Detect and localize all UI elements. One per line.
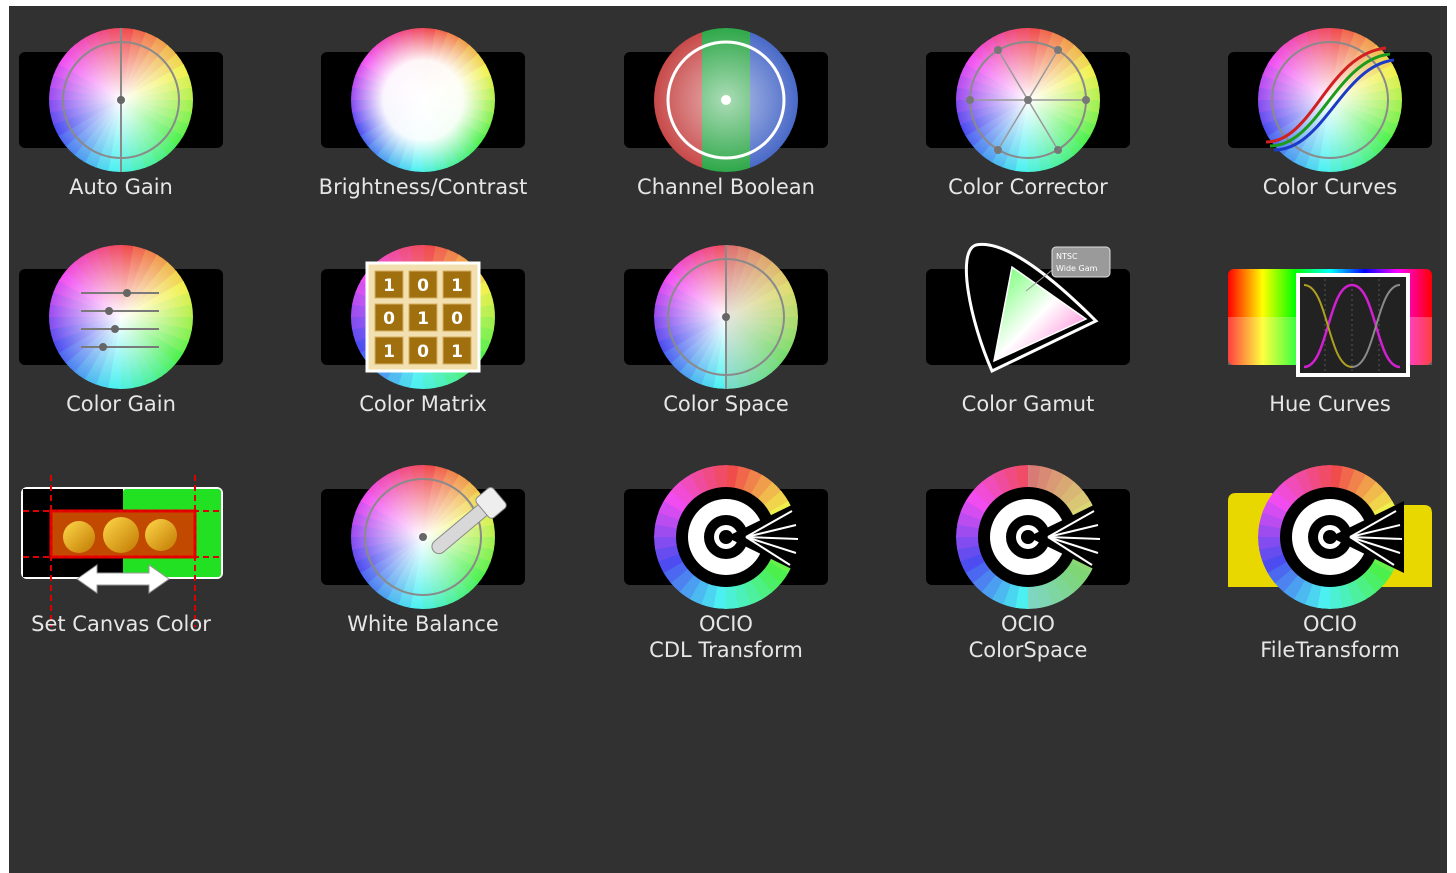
channel-boolean-icon xyxy=(614,14,894,172)
brightness-contrast-icon xyxy=(311,14,591,172)
ocio-cdl-transform-icon xyxy=(614,451,894,609)
tool-label: Color Gamut xyxy=(961,392,1095,416)
color-matrix-icon: 1 0 1 0 1 0 1 0 1 xyxy=(311,231,591,389)
tool-color-space[interactable]: Color Space xyxy=(614,231,894,416)
tool-channel-boolean[interactable]: Channel Boolean xyxy=(614,14,894,199)
ocio-filetransform-icon xyxy=(1218,451,1456,609)
color-gamut-icon: NTSC Wide Gam xyxy=(916,231,1196,381)
tool-label: Channel Boolean xyxy=(637,175,815,199)
gamut-badge-line1: NTSC xyxy=(1056,252,1078,261)
tool-color-matrix[interactable]: 1 0 1 0 1 0 1 0 1 Color Matrix xyxy=(311,231,591,416)
tool-label: Set Canvas Color xyxy=(31,612,211,636)
gamut-badge-line2: Wide Gam xyxy=(1056,264,1098,273)
tool-label: Color Space xyxy=(663,392,789,416)
matrix-digit: 1 xyxy=(383,342,395,362)
tool-label: Color Gain xyxy=(66,392,176,416)
set-canvas-color-icon xyxy=(9,451,289,627)
tool-ocio-colorspace[interactable]: OCIO ColorSpace xyxy=(916,451,1196,662)
tool-ocio-cdl-transform[interactable]: OCIO CDL Transform xyxy=(614,451,894,662)
color-corrector-icon xyxy=(916,14,1196,172)
white-balance-icon xyxy=(311,451,591,609)
tool-palette: Auto Gain Brightness/Contrast Channel Boo… xyxy=(9,6,1447,873)
tool-hue-curves[interactable]: Hue Curves xyxy=(1218,231,1456,416)
tool-label: OCIO CDL Transform xyxy=(649,612,803,662)
tool-label: OCIO ColorSpace xyxy=(968,612,1088,662)
hue-curves-icon xyxy=(1218,231,1456,381)
color-gain-icon xyxy=(9,231,289,389)
tool-set-canvas-color[interactable]: Set Canvas Color xyxy=(9,451,289,636)
tool-label: Color Corrector xyxy=(948,175,1108,199)
matrix-digit: 0 xyxy=(417,342,429,362)
tool-brightness-contrast[interactable]: Brightness/Contrast xyxy=(311,14,591,199)
matrix-digit: 1 xyxy=(451,276,463,296)
tool-label: Color Matrix xyxy=(359,392,487,416)
auto-gain-icon xyxy=(9,14,289,172)
tool-label: White Balance xyxy=(347,612,499,636)
tool-auto-gain[interactable]: Auto Gain xyxy=(9,14,289,199)
color-space-icon xyxy=(614,231,894,389)
tool-color-gain[interactable]: Color Gain xyxy=(9,231,289,416)
tool-color-gamut[interactable]: NTSC Wide Gam Color Gamut xyxy=(916,231,1196,416)
tool-label: Brightness/Contrast xyxy=(318,175,528,199)
tool-color-curves[interactable]: Color Curves xyxy=(1218,14,1456,199)
matrix-digit: 0 xyxy=(451,309,463,329)
matrix-digit: 1 xyxy=(417,309,429,329)
tool-ocio-filetransform[interactable]: OCIO FileTransform xyxy=(1218,451,1456,662)
color-curves-icon xyxy=(1218,14,1456,172)
matrix-digit: 0 xyxy=(383,309,395,329)
tool-label: Color Curves xyxy=(1262,175,1398,199)
tool-color-corrector[interactable]: Color Corrector xyxy=(916,14,1196,199)
matrix-digit: 0 xyxy=(417,276,429,296)
tool-white-balance[interactable]: White Balance xyxy=(311,451,591,636)
tool-label: OCIO FileTransform xyxy=(1260,612,1400,662)
ocio-colorspace-icon xyxy=(916,451,1196,609)
matrix-digit: 1 xyxy=(383,276,395,296)
matrix-digit: 1 xyxy=(451,342,463,362)
tool-label: Auto Gain xyxy=(69,175,173,199)
tool-label: Hue Curves xyxy=(1269,392,1391,416)
